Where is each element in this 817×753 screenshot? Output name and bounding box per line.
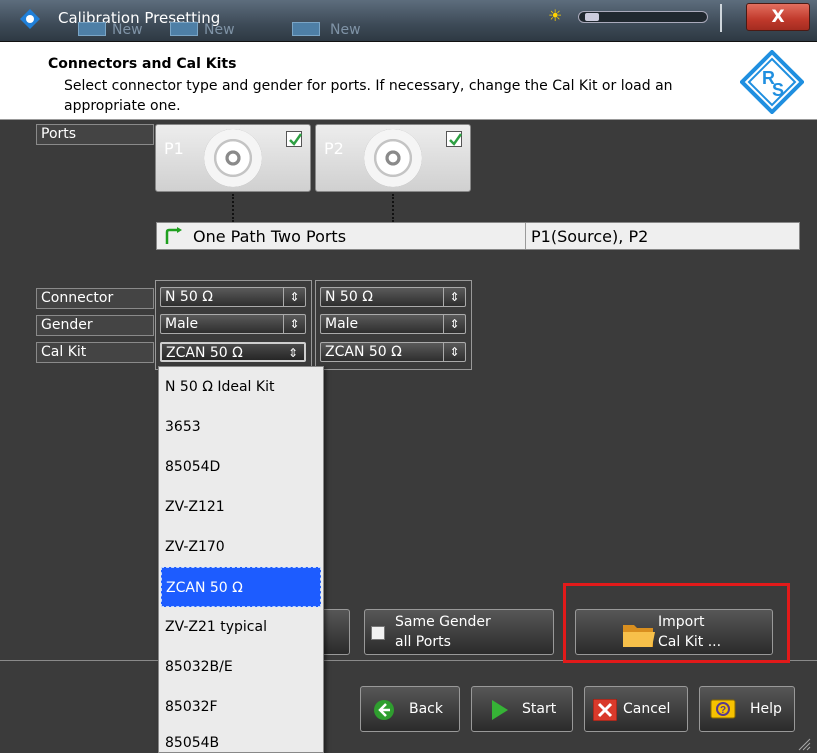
back-button[interactable]: Back [360,686,460,732]
same-gender-all-ports-button[interactable]: Same Gender all Ports [364,609,554,655]
calibration-presetting-dialog: Calibration Presetting New New New ☀ X C… [0,0,817,753]
calkit-option[interactable]: 3653 [161,407,321,447]
updown-arrow-icon: ⇕ [443,288,465,306]
checkmark-icon [449,133,463,146]
background-tab-icon [78,22,106,36]
calkit-option[interactable]: N 50 Ω Ideal Kit [161,367,321,407]
select-value: N 50 Ω [165,289,213,305]
select-value: ZCAN 50 Ω [166,345,243,361]
calkit-option[interactable]: 85032B/E [161,647,321,687]
path-type: One Path Two Ports [193,227,347,246]
port-label: P2 [324,139,344,158]
cancel-x-icon [593,699,617,721]
play-icon [492,700,508,720]
path-arrow-icon [165,227,182,244]
calkit-option-selected[interactable]: ZCAN 50 Ω [161,567,321,607]
gender-label: Gender [36,315,154,336]
updown-arrow-icon: ⇕ [283,288,305,306]
back-label: Back [409,701,443,717]
svg-text:S: S [772,80,784,100]
same-gender-label-line2: all Ports [395,634,451,650]
select-value: Male [165,316,199,332]
p1-connector-select[interactable]: N 50 Ω ⇕ [160,287,306,307]
svg-text:?: ? [720,705,726,716]
cancel-button[interactable]: Cancel [584,686,688,732]
ports-label: Ports [36,124,154,145]
path-separator [525,223,526,249]
port-p1-checkbox[interactable] [286,131,303,147]
start-button[interactable]: Start [471,686,573,732]
calkit-option[interactable]: ZV-Z121 [161,487,321,527]
slider-thumb[interactable] [585,13,599,21]
port-p1[interactable]: P1 [155,124,311,192]
p2-connector-select[interactable]: N 50 Ω ⇕ [320,287,466,307]
help-label: Help [750,701,782,717]
select-value: ZCAN 50 Ω [325,344,402,360]
help-button[interactable]: ? Help [699,686,795,732]
rs-app-icon [20,9,40,29]
background-tab: New [330,22,361,38]
select-value: N 50 Ω [325,289,373,305]
port-label: P1 [164,139,184,158]
background-tab: New [112,22,143,38]
highlight-box [563,583,790,663]
p2-gender-select[interactable]: Male ⇕ [320,314,466,334]
help-icon: ? [710,699,736,719]
updown-arrow-icon: ⇕ [443,315,465,333]
port-link-line [392,194,394,222]
background-tab-icon [170,22,198,36]
same-gender-checkbox[interactable] [371,626,385,640]
transparency-slider[interactable] [578,11,708,23]
start-label: Start [522,701,557,717]
page-description: Select connector type and gender for por… [64,78,673,114]
port-p2[interactable]: P2 [315,124,471,192]
title-separator [720,4,722,32]
background-tab-icon [292,22,320,36]
updown-arrow-icon: ⇕ [283,315,305,333]
port-p2-checkbox[interactable] [446,131,463,147]
dialog-header: Connectors and Cal Kits Select connector… [0,42,817,120]
calkit-option[interactable]: ZV-Z21 typical [161,607,321,647]
calkit-dropdown-list: N 50 Ω Ideal Kit 3653 85054D ZV-Z121 ZV-… [158,366,324,753]
p1-gender-select[interactable]: Male ⇕ [160,314,306,334]
updown-arrow-icon: ⇕ [443,343,465,361]
connector-label: Connector [36,288,154,309]
select-value: Male [325,316,359,332]
path-selector[interactable]: One Path Two Ports P1(Source), P2 [156,222,800,250]
cancel-label: Cancel [623,701,671,717]
title-bar: Calibration Presetting New New New ☀ X [0,0,817,42]
p1-calkit-select[interactable]: ZCAN 50 Ω ⇕ [160,342,306,362]
back-arrow-icon [374,700,394,720]
resize-grip-icon[interactable] [795,735,811,751]
connector-icon [204,129,262,187]
p2-calkit-select[interactable]: ZCAN 50 Ω ⇕ [320,342,466,362]
close-button[interactable]: X [746,3,810,31]
updown-arrow-icon: ⇕ [287,346,299,360]
page-title: Connectors and Cal Kits [48,56,237,72]
calkit-option[interactable]: 85032F [161,687,321,727]
background-tab: New [204,22,235,38]
calkit-label: Cal Kit [36,342,154,363]
checkmark-icon [289,133,303,146]
same-gender-label: Same Gender [395,614,491,630]
calkit-option[interactable]: 85054B [161,723,321,753]
connector-icon [364,129,422,187]
calkit-option[interactable]: ZV-Z170 [161,527,321,567]
rs-logo-icon: R S [740,50,804,114]
path-ports: P1(Source), P2 [531,227,649,246]
brightness-icon: ☀ [548,6,563,25]
calkit-option[interactable]: 85054D [161,447,321,487]
port-link-line [232,194,234,222]
